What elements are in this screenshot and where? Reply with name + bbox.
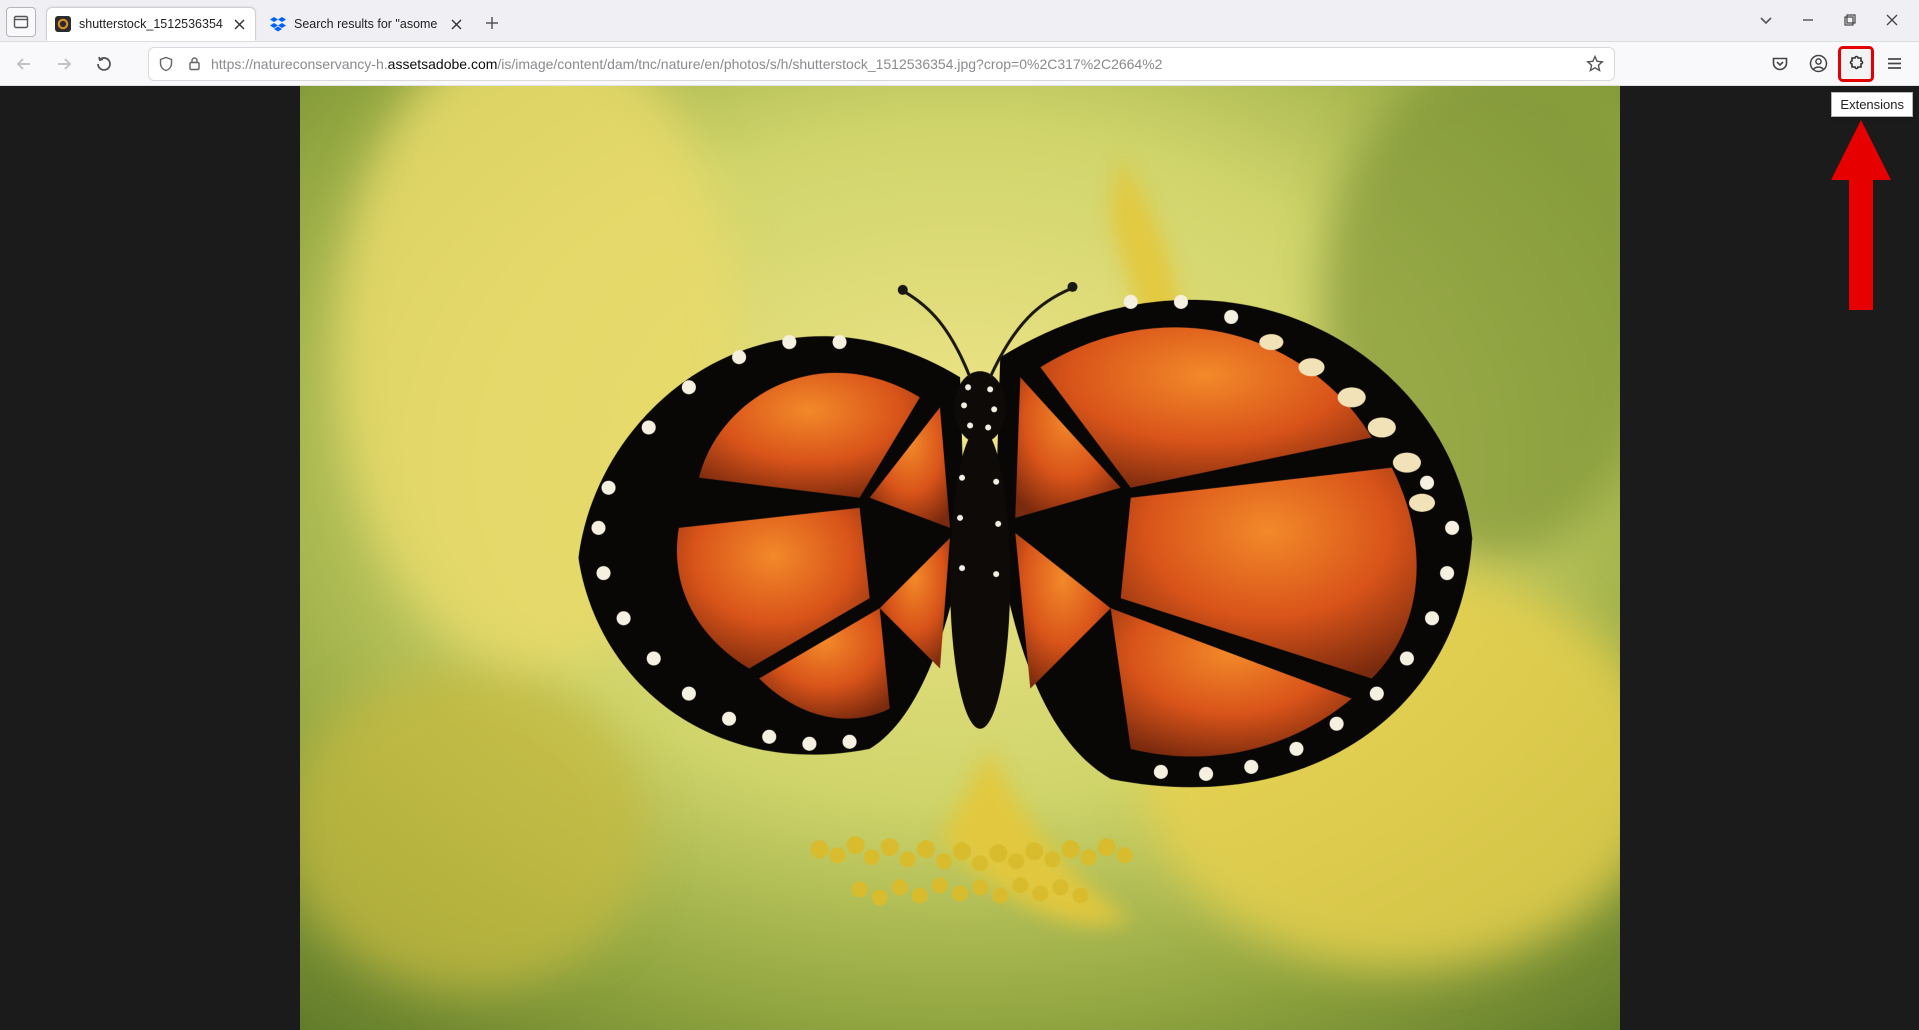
tab-strip: shutterstock_1512536354.jpg (J Search re…	[0, 0, 1919, 42]
minimize-icon	[1802, 14, 1814, 26]
account-circle-icon	[1809, 54, 1828, 73]
hamburger-icon	[1886, 55, 1903, 72]
reload-icon	[95, 55, 113, 73]
url-host: assetsadobe.com	[388, 56, 498, 72]
url-bar[interactable]: https://natureconservancy-h.assetsadobe.…	[148, 47, 1615, 81]
tab-shutterstock-image[interactable]: shutterstock_1512536354.jpg (J	[46, 7, 256, 41]
extensions-tooltip: Extensions	[1831, 92, 1913, 117]
recent-browsing-icon	[13, 14, 29, 30]
back-button[interactable]	[8, 48, 40, 80]
list-all-tabs-button[interactable]	[1751, 5, 1781, 35]
url-prefix: https://natureconservancy-h.	[211, 56, 388, 72]
puzzle-piece-icon	[1847, 54, 1866, 73]
star-icon	[1586, 55, 1604, 73]
pocket-icon	[1771, 55, 1789, 73]
extensions-button[interactable]	[1839, 47, 1873, 81]
tracking-protection-icon[interactable]	[155, 53, 177, 75]
app-menu-button[interactable]	[1877, 47, 1911, 81]
maximize-icon	[1844, 14, 1856, 26]
close-icon	[451, 19, 462, 30]
page-content	[0, 86, 1919, 1030]
arrow-right-icon	[55, 55, 73, 73]
lock-icon[interactable]	[183, 53, 205, 75]
url-suffix: /is/image/content/dam/tnc/nature/en/phot…	[497, 56, 1162, 72]
arrow-left-icon	[15, 55, 33, 73]
navigation-toolbar: https://natureconservancy-h.assetsadobe.…	[0, 42, 1919, 86]
tab-close-button[interactable]	[231, 16, 247, 32]
tooltip-text: Extensions	[1840, 97, 1904, 112]
reload-button[interactable]	[88, 48, 120, 80]
window-close-button[interactable]	[1877, 5, 1907, 35]
tab-close-button[interactable]	[448, 16, 464, 32]
forward-button[interactable]	[48, 48, 80, 80]
account-button[interactable]	[1801, 47, 1835, 81]
dropbox-icon	[270, 16, 286, 32]
close-icon	[234, 19, 245, 30]
plus-icon	[485, 16, 499, 30]
recent-browsing-button[interactable]	[6, 7, 36, 37]
close-icon	[1886, 14, 1898, 26]
tab-title: Search results for "asome scree	[294, 17, 440, 31]
pocket-button[interactable]	[1763, 47, 1797, 81]
tab-title: shutterstock_1512536354.jpg (J	[79, 17, 223, 31]
toolbar-right-controls	[1763, 47, 1911, 81]
annotation-arrow	[1831, 120, 1891, 313]
butterfly-photo	[300, 86, 1620, 1030]
window-minimize-button[interactable]	[1793, 5, 1823, 35]
window-maximize-button[interactable]	[1835, 5, 1865, 35]
chevron-down-icon	[1759, 13, 1773, 27]
new-tab-button[interactable]	[478, 9, 506, 37]
window-controls	[1751, 5, 1913, 35]
bookmark-star-button[interactable]	[1582, 51, 1608, 77]
arrow-up-icon	[1831, 120, 1891, 310]
url-text[interactable]: https://natureconservancy-h.assetsadobe.…	[211, 56, 1576, 72]
tab-dropbox-search[interactable]: Search results for "asome scree	[262, 7, 472, 41]
image-file-icon	[55, 16, 71, 32]
